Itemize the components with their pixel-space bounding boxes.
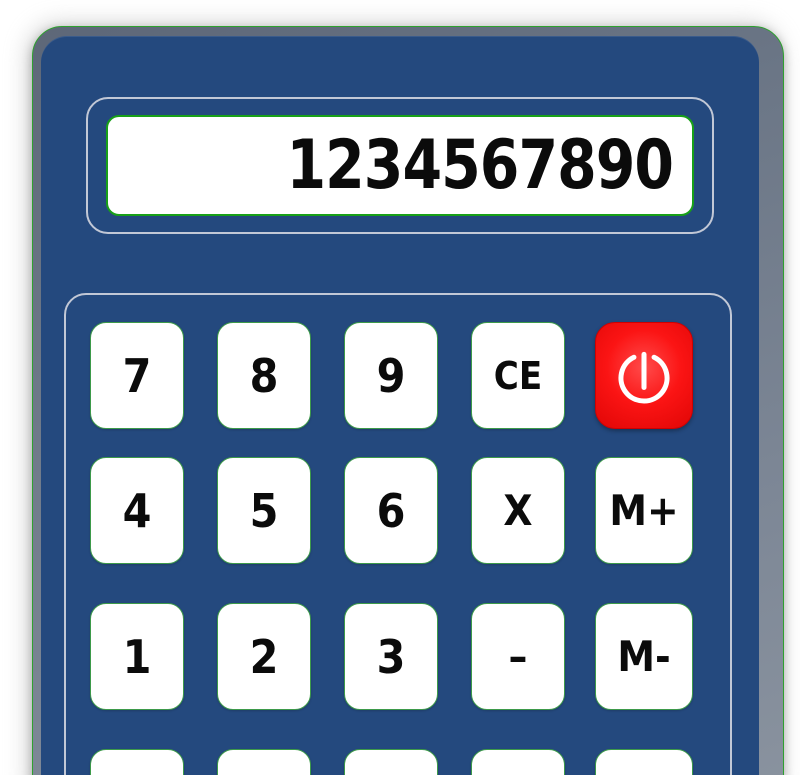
key-subtract[interactable]: – [471, 603, 565, 710]
key-1-label: 1 [122, 629, 152, 684]
key-power[interactable] [595, 322, 693, 429]
keypad-row-3: 1 2 3 – M- [90, 603, 702, 710]
key-multiply-label: X [503, 486, 533, 535]
keypad-row-4: 0. / + = [90, 749, 702, 775]
key-9-label: 9 [376, 348, 406, 403]
key-7[interactable]: 7 [90, 322, 184, 429]
key-divide[interactable]: / [344, 749, 438, 775]
keypad: 7 8 9 CE 4 5 6 X M+ 1 2 3 – M- 0. / + = [90, 322, 702, 775]
key-8-label: 8 [249, 348, 279, 403]
key-mem-add-label: M+ [609, 486, 679, 535]
key-multiply[interactable]: X [471, 457, 565, 564]
keypad-row-2: 4 5 6 X M+ [90, 457, 702, 564]
key-mem-subtract-label: M- [617, 632, 671, 681]
key-9[interactable]: 9 [344, 322, 438, 429]
key-mem-add[interactable]: M+ [595, 457, 693, 564]
display-screen[interactable]: 1234567890 [106, 115, 694, 216]
key-8[interactable]: 8 [217, 322, 311, 429]
key-mem-subtract[interactable]: M- [595, 603, 693, 710]
key-7-label: 7 [122, 348, 152, 403]
key-0[interactable]: 0 [90, 749, 184, 775]
calculator-screen: 1234567890 7 8 9 CE 4 5 6 X M+ 1 2 3 – M- 0. / + = [0, 0, 800, 775]
keypad-row-1: 7 8 9 CE [90, 322, 702, 429]
display-value: 1234567890 [286, 125, 675, 205]
key-3[interactable]: 3 [344, 603, 438, 710]
key-6[interactable]: 6 [344, 457, 438, 564]
power-icon [618, 351, 670, 403]
key-6-label: 6 [376, 483, 406, 538]
key-5-label: 5 [249, 483, 279, 538]
key-equals[interactable]: = [595, 749, 693, 775]
key-ce[interactable]: CE [471, 322, 565, 429]
key-decimal[interactable]: . [217, 749, 311, 775]
key-1[interactable]: 1 [90, 603, 184, 710]
key-4-label: 4 [122, 483, 152, 538]
key-2-label: 2 [249, 629, 279, 684]
key-4[interactable]: 4 [90, 457, 184, 564]
key-2[interactable]: 2 [217, 603, 311, 710]
key-subtract-label: – [508, 632, 528, 681]
key-ce-label: CE [493, 353, 543, 398]
key-5[interactable]: 5 [217, 457, 311, 564]
key-add[interactable]: + [471, 749, 565, 775]
key-3-label: 3 [376, 629, 406, 684]
